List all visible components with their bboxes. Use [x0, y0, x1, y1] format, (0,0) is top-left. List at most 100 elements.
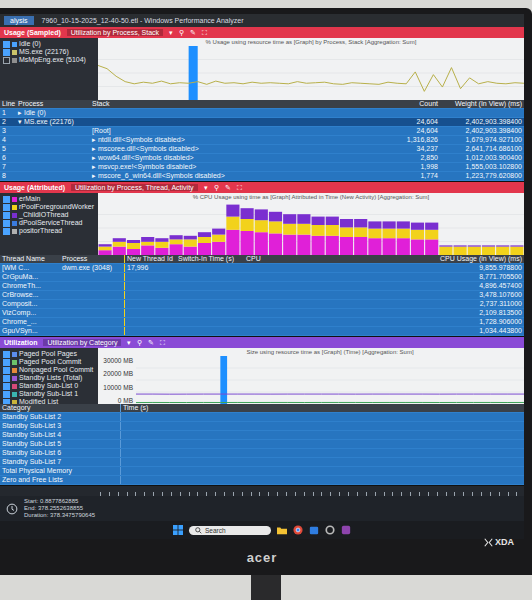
- column-header[interactable]: Process: [16, 100, 90, 108]
- table-row[interactable]: ChromeTh...4,896.457400: [0, 282, 524, 291]
- browser-icon[interactable]: [293, 525, 303, 535]
- checkbox[interactable]: [3, 49, 10, 56]
- legend-item[interactable]: Nonpaged Pool Commit: [3, 366, 95, 374]
- table-row[interactable]: Standby Sub-List 7: [0, 458, 524, 467]
- table-row[interactable]: 6▸ wow64.dll!<Symbols disabled>2,8501,01…: [0, 154, 524, 163]
- time-selection[interactable]: [189, 46, 198, 100]
- column-header[interactable]: New Thread Id: [124, 255, 176, 263]
- table-row[interactable]: Standby Sub-List 4: [0, 431, 524, 440]
- toolbar-button[interactable]: ▾: [127, 339, 131, 347]
- legend-item[interactable]: rPoolForegroundWorker: [3, 203, 95, 211]
- legend-item[interactable]: Standby Sub-List 0: [3, 382, 95, 390]
- table-row[interactable]: Chrome_...1,728.906000: [0, 318, 524, 327]
- toolbar-button[interactable]: ▾: [204, 184, 208, 192]
- table-cell: Composit...: [0, 300, 60, 308]
- view-preset-dropdown[interactable]: Utilization by Process, Thread, Activity: [71, 184, 198, 191]
- table-cell: [16, 127, 90, 135]
- table-row[interactable]: 4▸ ntdll.dll!<Symbols disabled>1,316,826…: [0, 136, 524, 145]
- toolbar-button[interactable]: ✎: [190, 29, 196, 37]
- bar-segment: [184, 247, 197, 255]
- checkbox[interactable]: [3, 367, 10, 374]
- table-cell: 2,109.813500: [268, 309, 524, 317]
- table-row[interactable]: GpuVSyn...1,034.443800: [0, 327, 524, 336]
- legend-item[interactable]: MS.exe (22176): [3, 48, 95, 56]
- legend-item[interactable]: _ChildIOThread: [3, 211, 95, 219]
- checkbox[interactable]: [3, 359, 10, 366]
- column-header[interactable]: Process: [60, 255, 124, 263]
- settings-icon[interactable]: [325, 525, 335, 535]
- app-icon[interactable]: [341, 525, 351, 535]
- toolbar-button[interactable]: ✎: [225, 184, 231, 192]
- table-row[interactable]: CrBrowse...3,478.107600: [0, 291, 524, 300]
- legend-item[interactable]: dPoolServiceThread: [3, 219, 95, 227]
- plot[interactable]: [136, 356, 524, 404]
- checkbox[interactable]: [3, 351, 10, 358]
- table-row[interactable]: 5▸ mscoree.dll!<Symbols disabled>34,2372…: [0, 145, 524, 154]
- table-row[interactable]: Standby Sub-List 6: [0, 449, 524, 458]
- table-row[interactable]: Zero and Free Lists: [0, 476, 524, 485]
- checkbox[interactable]: [3, 228, 10, 235]
- table-cell: 2,402,903.398400: [440, 118, 524, 126]
- column-header[interactable]: Time (s): [120, 404, 524, 412]
- checkbox[interactable]: [3, 383, 10, 390]
- table-row[interactable]: 7▸ msvcp.exe!<Symbols disabled>1,9981,55…: [0, 163, 524, 172]
- folder-icon[interactable]: [277, 525, 287, 535]
- toolbar-button[interactable]: ✎: [148, 339, 154, 347]
- column-header[interactable]: Thread Name: [0, 255, 60, 263]
- legend-item[interactable]: MsMpEng.exe (5104): [3, 56, 95, 64]
- checkbox[interactable]: [3, 375, 10, 382]
- column-header[interactable]: Stack: [90, 100, 392, 108]
- checkbox[interactable]: [3, 220, 10, 227]
- column-header[interactable]: Switch-In Time (s): [176, 255, 244, 263]
- legend-item[interactable]: Paged Pool Pages: [3, 350, 95, 358]
- view-preset-dropdown[interactable]: Utilization by Category: [43, 339, 121, 346]
- table-row[interactable]: [WM C...dwm.exe (3048)17,9969,855.978800: [0, 264, 524, 273]
- toolbar-button[interactable]: ⚲: [214, 184, 219, 192]
- legend-item[interactable]: Standby Sub-List 1: [3, 390, 95, 398]
- toolbar-button[interactable]: ⛶: [237, 184, 242, 192]
- legend-item[interactable]: erMain: [3, 195, 95, 203]
- legend-label: dPoolServiceThread: [19, 219, 82, 227]
- plot[interactable]: [98, 46, 524, 100]
- toolbar-button[interactable]: ⛶: [202, 29, 207, 37]
- table-row[interactable]: Standby Sub-List 5: [0, 440, 524, 449]
- column-header[interactable]: CPU: [244, 255, 268, 263]
- checkbox[interactable]: [3, 196, 10, 203]
- view-preset-dropdown[interactable]: Utilization by Process, Stack: [67, 29, 163, 36]
- table-row[interactable]: Standby Sub-List 2: [0, 413, 524, 422]
- table-row[interactable]: 8▸ mscore_6_win64.dll!<Symbols disabled>…: [0, 172, 524, 181]
- checkbox[interactable]: [3, 391, 10, 398]
- column-header[interactable]: Category: [0, 404, 120, 412]
- column-header[interactable]: Line: [0, 100, 16, 108]
- checkbox[interactable]: [3, 57, 10, 64]
- toolbar-button[interactable]: ⛶: [160, 339, 165, 347]
- column-header[interactable]: Count: [392, 100, 440, 108]
- table-row[interactable]: 2▾ MS.exe (22176)24,6042,402,903.398400: [0, 118, 524, 127]
- legend-item[interactable]: Idle (0): [3, 40, 95, 48]
- plot[interactable]: [98, 201, 524, 255]
- toolbar-button[interactable]: ⚲: [137, 339, 142, 347]
- table-row[interactable]: 1▸ Idle (0): [0, 109, 524, 118]
- table-row[interactable]: Total Physical Memory: [0, 467, 524, 476]
- checkbox[interactable]: [3, 41, 10, 48]
- table-row[interactable]: Composit...2,737.311000: [0, 300, 524, 309]
- legend-item[interactable]: Standby Lists (Total): [3, 374, 95, 382]
- legend-item[interactable]: positorThread: [3, 227, 95, 235]
- timeline-ruler[interactable]: [0, 486, 524, 496]
- legend-item[interactable]: Paged Pool Commit: [3, 358, 95, 366]
- column-header[interactable]: CPU Usage (in View) (ms): [268, 255, 524, 263]
- table-row[interactable]: VizComp...2,109.813500: [0, 309, 524, 318]
- search-box[interactable]: Search: [189, 526, 271, 535]
- analysis-tab[interactable]: alysis: [4, 16, 34, 25]
- store-icon[interactable]: [309, 525, 319, 535]
- toolbar-button[interactable]: ⚲: [179, 29, 184, 37]
- table-row[interactable]: CrGpuMa...8,771.705500: [0, 273, 524, 282]
- table-row[interactable]: 3[Root]24,6042,402,903.398400: [0, 127, 524, 136]
- windows-icon[interactable]: [173, 525, 183, 535]
- checkbox[interactable]: [3, 204, 10, 211]
- column-header[interactable]: Weight (In View) (ms): [440, 100, 524, 108]
- time-selection[interactable]: [220, 356, 227, 404]
- table-row[interactable]: Standby Sub-List 3: [0, 422, 524, 431]
- toolbar-button[interactable]: ▾: [169, 29, 173, 37]
- checkbox[interactable]: [3, 212, 10, 219]
